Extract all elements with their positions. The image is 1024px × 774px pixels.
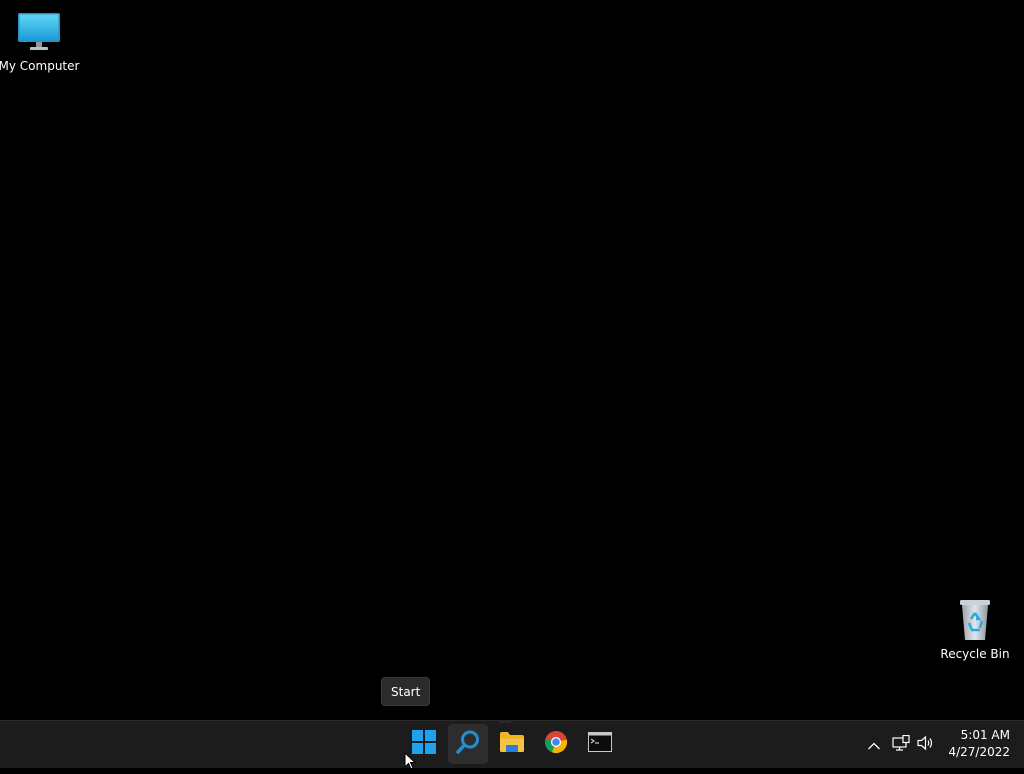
desktop-icon-label: Recycle Bin	[940, 647, 1010, 661]
network-button[interactable]	[890, 721, 912, 769]
desktop-icon-recycle-bin[interactable]: Recycle Bin	[937, 596, 1013, 661]
search-button[interactable]	[448, 724, 488, 764]
recycle-bin-icon	[951, 596, 999, 644]
volume-button[interactable]	[915, 721, 937, 769]
folder-icon	[499, 731, 525, 757]
search-icon	[455, 729, 481, 759]
clock[interactable]: 5:01 AM 4/27/2022	[940, 727, 1010, 761]
chrome-button[interactable]	[536, 724, 576, 764]
monitor-icon	[15, 8, 63, 56]
terminal-icon	[588, 732, 612, 756]
desktop[interactable]: My Computer Recycle Bin Start	[0, 0, 1024, 720]
mouse-cursor-icon	[404, 751, 417, 770]
clock-time: 5:01 AM	[960, 728, 1010, 742]
show-hidden-icons-button[interactable]	[863, 721, 885, 769]
desktop-icon-my-computer[interactable]: My Computer	[0, 8, 80, 73]
taskbar: 5:01 AM 4/27/2022	[0, 720, 1024, 768]
start-tooltip: Start	[381, 677, 431, 706]
desktop-icon-label: My Computer	[0, 59, 80, 73]
taskbar-indicator	[499, 721, 511, 723]
file-explorer-button[interactable]	[492, 724, 532, 764]
terminal-button[interactable]	[580, 724, 620, 764]
volume-icon	[917, 735, 935, 755]
chevron-up-icon	[867, 736, 881, 755]
chrome-icon	[544, 730, 568, 758]
clock-date: 4/27/2022	[948, 745, 1010, 759]
network-icon	[892, 734, 910, 755]
